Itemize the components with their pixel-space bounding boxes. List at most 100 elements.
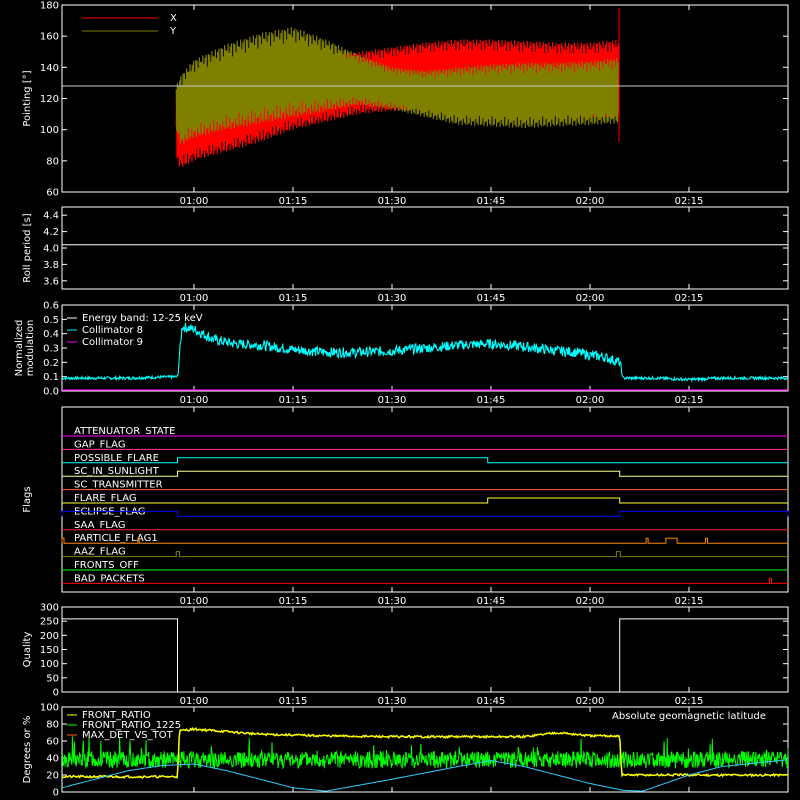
x-tick-label: 02:15 xyxy=(675,293,704,304)
x-tick-label: 01:45 xyxy=(477,696,506,707)
flag-trace xyxy=(62,577,788,584)
y-tick-label: 200 xyxy=(40,631,59,642)
x-tick-label: 02:00 xyxy=(576,395,605,406)
qa-plot-stack: 01:00 01:15 01:30 01:45 02:00 02:15 60 80 100 120… xyxy=(14,1,789,799)
y-tick-label: 150 xyxy=(40,645,59,656)
x-tick-label: 01:00 xyxy=(180,293,209,304)
y-tick-label: 300 xyxy=(40,603,59,614)
flag-trace xyxy=(62,551,788,558)
flag-label: FLARE_FLAG xyxy=(74,493,137,504)
y-tick-label: 4.4 xyxy=(43,211,59,222)
x-tick-label: 01:30 xyxy=(378,293,407,304)
y-tick-label: 250 xyxy=(40,617,59,628)
panel-frame xyxy=(61,206,789,290)
flag-row-possible-flare: POSSIBLE_FLARE xyxy=(62,453,788,464)
x-tick-label: 01:45 xyxy=(477,596,506,607)
panel-roll: 01:00 01:15 01:30 01:45 02:00 02:15 3.6 3.8 4.0 4… xyxy=(22,206,789,304)
y-axis-label: Pointing [°] xyxy=(22,70,33,126)
x-tick-label: 01:00 xyxy=(180,196,209,207)
x-tick-label: 02:15 xyxy=(675,196,704,207)
flag-label: ECLIPSE_FLAG xyxy=(74,506,145,517)
legend-x-label: X xyxy=(170,13,177,24)
flag-label: POSSIBLE_FLARE xyxy=(74,453,159,464)
x-tick-label: 01:30 xyxy=(378,395,407,406)
y-axis-label: Quality xyxy=(22,632,33,668)
x-tick-label: 01:30 xyxy=(378,196,407,207)
annotation-geomagnetic-latitude: Absolute geomagnetic latitude xyxy=(612,711,766,722)
series-collimator-8-line xyxy=(61,322,789,383)
flag-row-fronts-off: FRONTS_OFF xyxy=(62,560,788,571)
x-tick-label: 02:15 xyxy=(675,696,704,707)
series-front-ratio-1225-line xyxy=(61,736,789,770)
flag-label: ATTENUATOR_STATE xyxy=(74,426,175,437)
y-tick-label: 40 xyxy=(46,754,59,765)
y-tick-label: 50 xyxy=(46,673,59,684)
y-tick-label: 0 xyxy=(53,688,59,699)
flag-label: SC_IN_SUNLIGHT xyxy=(74,466,160,477)
flag-label: GAP_FLAG xyxy=(74,439,126,450)
y-tick-label: 0.4 xyxy=(43,329,59,340)
legend-label: Collimator 9 xyxy=(82,337,143,348)
legend-label: MAX_DET_VS_TOT xyxy=(82,730,174,741)
panel-ratios: 020406080100Degrees or %FRONT_RATIOFRONT… xyxy=(22,703,789,799)
y-tick-label: 3.6 xyxy=(43,276,59,287)
y-tick-label: 0.1 xyxy=(43,372,59,383)
flag-trace xyxy=(61,510,789,517)
x-tick-label: 02:00 xyxy=(576,196,605,207)
x-tick-label: 01:15 xyxy=(279,596,308,607)
x-tick-label: 02:00 xyxy=(576,596,605,607)
flag-label: AAZ_FLAG xyxy=(74,547,126,558)
flag-label: BAD_PACKETS xyxy=(74,573,145,584)
flag-row-sc-in-sunlight: SC_IN_SUNLIGHT xyxy=(62,466,788,477)
flag-label: FRONTS_OFF xyxy=(74,560,139,571)
y-tick-label: 3.8 xyxy=(43,260,59,271)
y-tick-label: 100 xyxy=(40,659,59,670)
x-tick-label: 02:15 xyxy=(675,395,704,406)
x-tick-label: 01:45 xyxy=(477,196,506,207)
x-tick-label: 01:30 xyxy=(378,696,407,707)
flag-trace xyxy=(62,457,788,464)
panel-flags: 01:00 01:15 01:30 01:45 02:00 02:15 Flags ATTEN… xyxy=(22,406,789,607)
flag-row-eclipse-flag: ECLIPSE_FLAG xyxy=(61,506,789,517)
y-axis-label: Degrees or % xyxy=(22,716,33,784)
y-axis-label: Flags xyxy=(22,486,33,512)
y-tick-label: 0.6 xyxy=(43,301,59,312)
y-tick-label: 60 xyxy=(46,188,59,199)
x-tick-label: 01:45 xyxy=(477,395,506,406)
flag-row-saa-flag: SAA_FLAG xyxy=(62,520,788,531)
y-tick-label: 20 xyxy=(46,771,59,782)
y-tick-label: 180 xyxy=(40,1,59,12)
flag-trace xyxy=(61,537,788,544)
x-tick-label: 01:00 xyxy=(180,395,209,406)
y-tick-label: 80 xyxy=(46,720,59,731)
x-tick-label: 01:30 xyxy=(378,596,407,607)
y-axis-label-line: modulation xyxy=(25,320,36,377)
x-tick-label: 02:15 xyxy=(675,596,704,607)
y-axis-label-line: Normalized xyxy=(14,320,25,377)
flag-row-aaz-flag: AAZ_FLAG xyxy=(62,547,788,558)
flag-trace xyxy=(62,470,788,477)
y-tick-label: 0.3 xyxy=(43,344,59,355)
y-tick-label: 80 xyxy=(46,156,59,167)
y-tick-label: 0.5 xyxy=(43,315,59,326)
x-tick-label: 01:15 xyxy=(279,293,308,304)
x-tick-label: 01:00 xyxy=(180,696,209,707)
panel-frame xyxy=(61,606,789,693)
y-tick-label: 4.2 xyxy=(43,227,59,238)
legend-y-label: Y xyxy=(169,26,177,37)
y-tick-label: 60 xyxy=(46,737,59,748)
x-tick-label: 01:45 xyxy=(477,293,506,304)
legend-label: Collimator 8 xyxy=(82,325,143,336)
x-tick-label: 01:15 xyxy=(279,196,308,207)
flag-label: SAA_FLAG xyxy=(74,520,125,531)
flag-row-flare-flag: FLARE_FLAG xyxy=(62,493,788,504)
flag-trace xyxy=(62,497,788,504)
x-tick-label: 02:00 xyxy=(576,293,605,304)
legend-label: Energy band: 12-25 keV xyxy=(82,313,203,324)
flag-row-particle-flag1: PARTICLE_FLAG1 xyxy=(61,533,788,544)
y-tick-label: 120 xyxy=(40,94,59,105)
x-tick-label: 01:00 xyxy=(180,596,209,607)
x-tick-label: 01:15 xyxy=(279,395,308,406)
y-axis-label: Normalizedmodulation xyxy=(14,320,36,377)
panel-pointing: 01:00 01:15 01:30 01:45 02:00 02:15 60 80 100 120… xyxy=(22,1,789,207)
